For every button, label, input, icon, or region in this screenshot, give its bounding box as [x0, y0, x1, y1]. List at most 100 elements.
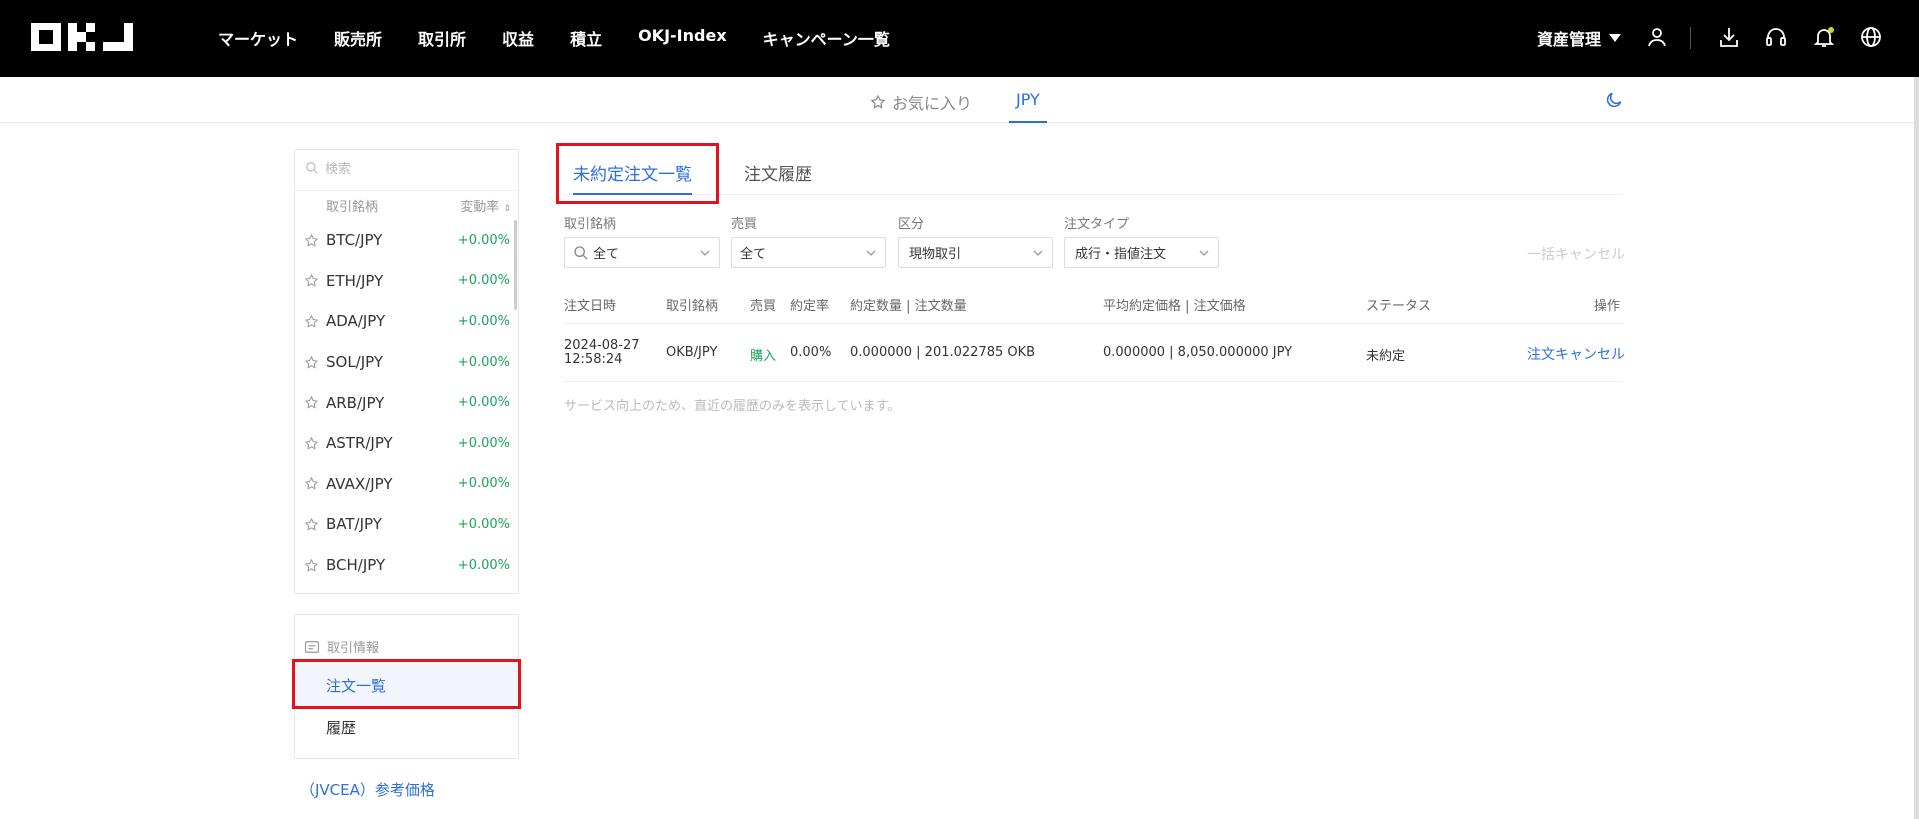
pair-row[interactable]: BTC/JPY +0.00% — [295, 220, 518, 261]
filter-category-label: 区分 — [898, 217, 925, 232]
pair-row[interactable]: BCH/JPY +0.00% — [295, 545, 518, 586]
pair-change: +0.00% — [457, 395, 510, 411]
filter-side-select[interactable]: 全て — [731, 237, 886, 268]
star-icon[interactable] — [304, 355, 319, 370]
filter-side-label: 売買 — [731, 217, 758, 232]
trade-info-header: 取引情報 — [305, 637, 379, 656]
pair-change: +0.00% — [457, 273, 510, 289]
nav-market[interactable]: マーケット — [218, 26, 298, 50]
sidebar-item-history[interactable]: 履歴 — [326, 717, 356, 738]
filter-type-select[interactable]: 成行・指値注文 — [1064, 237, 1219, 268]
document-icon — [305, 640, 319, 653]
support-headset-icon[interactable] — [1764, 25, 1788, 49]
nav-okj-index[interactable]: OKJ-Index — [638, 26, 727, 50]
filter-category-select[interactable]: 現物取引 — [898, 237, 1053, 268]
star-icon[interactable] — [304, 273, 319, 288]
pair-row[interactable]: ETH/JPY +0.00% — [295, 261, 518, 302]
market-search[interactable]: 検索 — [305, 158, 351, 177]
download-icon[interactable] — [1717, 25, 1741, 49]
bell-icon[interactable] — [1812, 25, 1836, 49]
history-note: サービス向上のため、直近の履歴のみを表示しています。 — [564, 399, 901, 414]
market-subnav: お気に入り JPY — [0, 77, 1919, 123]
star-icon[interactable] — [304, 436, 319, 451]
pair-change: +0.00% — [457, 557, 510, 573]
chevron-down-icon — [1033, 250, 1043, 256]
order-tabs: 未約定注文一覧 注文履歴 — [563, 150, 1623, 195]
asset-management-menu[interactable]: 資産管理 — [1537, 26, 1622, 50]
filter-pair-label: 取引銘柄 — [564, 217, 617, 232]
order-price: 0.000000 | 8,050.000000 JPY — [1103, 345, 1293, 360]
main-nav: マーケット 販売所 取引所 収益 積立 OKJ-Index キャンペーン一覧 — [218, 26, 890, 50]
divider — [295, 190, 518, 191]
pair-name: ARB/JPY — [326, 393, 385, 412]
globe-icon[interactable] — [1859, 25, 1883, 49]
reference-price-link[interactable]: （JVCEA）参考価格 — [300, 779, 435, 800]
pair-row[interactable]: BAT/JPY +0.00% — [295, 504, 518, 545]
nav-campaigns[interactable]: キャンペーン一覧 — [763, 26, 890, 50]
nav-savings[interactable]: 積立 — [570, 26, 602, 50]
order-fill-rate: 0.00% — [790, 345, 832, 360]
divider — [563, 381, 1623, 382]
pair-change: +0.00% — [457, 435, 510, 451]
pair-name: ASTR/JPY — [326, 434, 393, 453]
col-change-sort[interactable]: 変動率 ⇕ — [460, 196, 511, 215]
pair-change: +0.00% — [457, 313, 510, 329]
bulk-cancel-button[interactable]: 一括キャンセル — [1527, 244, 1625, 264]
pair-change: +0.00% — [457, 476, 510, 492]
star-icon[interactable] — [304, 476, 319, 491]
pair-name: BCH/JPY — [326, 556, 386, 575]
pair-change: +0.00% — [457, 232, 510, 248]
th-price: 平均約定価格 | 注文価格 — [1103, 299, 1246, 314]
nav-sales[interactable]: 販売所 — [334, 26, 382, 50]
pair-row[interactable]: SOL/JPY +0.00% — [295, 342, 518, 383]
search-icon — [574, 245, 588, 259]
th-qty: 約定数量 | 注文数量 — [850, 299, 967, 314]
col-pair: 取引銘柄 — [326, 200, 379, 215]
favorites-label: お気に入り — [892, 94, 973, 113]
star-icon[interactable] — [304, 558, 319, 573]
chevron-down-icon — [1199, 250, 1209, 256]
caret-down-icon — [1609, 34, 1622, 42]
star-icon[interactable] — [304, 314, 319, 329]
divider — [1690, 27, 1691, 49]
order-pair: OKB/JPY — [666, 345, 718, 360]
pair-row[interactable]: AVAX/JPY +0.00% — [295, 464, 518, 505]
filter-pair-value: 全て — [593, 247, 620, 262]
pair-row[interactable]: ADA/JPY +0.00% — [295, 301, 518, 342]
highlight-box — [292, 659, 521, 709]
th-status: ステータス — [1366, 299, 1432, 314]
cancel-order-button[interactable]: 注文キャンセル — [1527, 344, 1625, 364]
star-icon — [870, 94, 886, 109]
favorites-tab[interactable]: お気に入り — [870, 90, 972, 114]
trade-info-title: 取引情報 — [327, 641, 380, 656]
pair-list-scrollbar[interactable] — [514, 220, 517, 310]
star-icon[interactable] — [304, 233, 319, 248]
order-side: 購入 — [750, 349, 777, 364]
nav-exchange[interactable]: 取引所 — [418, 26, 466, 50]
sort-icon: ⇕ — [503, 204, 511, 214]
top-navbar: マーケット 販売所 取引所 収益 積立 OKJ-Index キャンペーン一覧 資… — [0, 0, 1919, 77]
tab-order-history[interactable]: 注文履歴 — [744, 160, 812, 185]
star-icon[interactable] — [304, 517, 319, 532]
filter-type-value: 成行・指値注文 — [1075, 247, 1167, 262]
divider — [563, 323, 1623, 324]
pair-change: +0.00% — [457, 354, 510, 370]
dark-mode-icon[interactable] — [1604, 90, 1624, 110]
search-placeholder: 検索 — [325, 162, 352, 177]
pair-name: BTC/JPY — [326, 231, 383, 250]
page-scrollbar[interactable] — [1914, 77, 1919, 819]
tab-jpy[interactable]: JPY — [1009, 90, 1047, 123]
market-list-panel: 検索 取引銘柄 変動率 ⇕ BTC/JPY +0.00% ETH/JPY +0.… — [294, 149, 519, 594]
pair-row[interactable]: ARB/JPY +0.00% — [295, 382, 518, 423]
star-icon[interactable] — [304, 395, 319, 410]
user-icon[interactable] — [1645, 25, 1669, 49]
okj-logo[interactable] — [31, 20, 143, 54]
pair-name: BAT/JPY — [326, 515, 382, 534]
nav-earn[interactable]: 収益 — [502, 26, 534, 50]
order-qty: 0.000000 | 201.022785 OKB — [850, 345, 1036, 360]
th-side: 売買 — [750, 299, 777, 314]
th-action: 操作 — [1594, 299, 1621, 314]
filter-pair-select[interactable]: 全て — [564, 237, 720, 268]
order-status: 未約定 — [1366, 349, 1406, 364]
pair-row[interactable]: ASTR/JPY +0.00% — [295, 423, 518, 464]
